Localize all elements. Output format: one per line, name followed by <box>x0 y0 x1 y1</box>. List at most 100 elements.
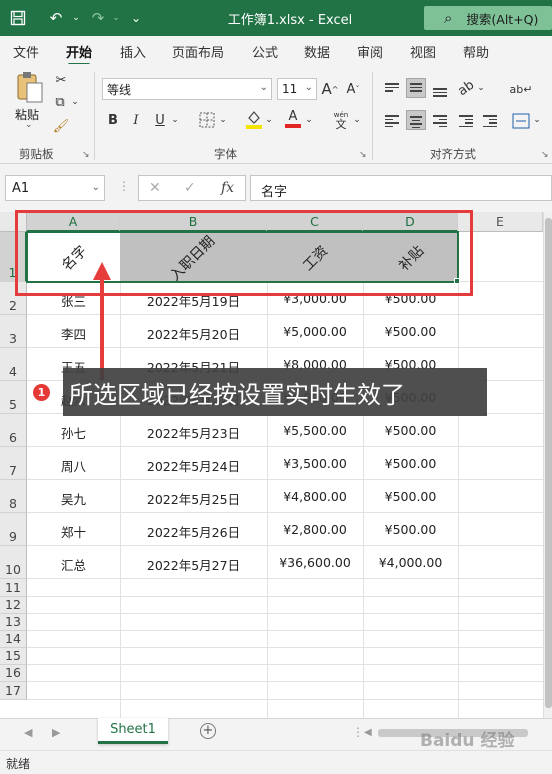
search-box[interactable]: ⌕ 搜索(Alt+Q) <box>424 6 552 30</box>
cell-name[interactable]: 吴九 <box>27 489 120 508</box>
font-name-dropdown[interactable]: 等线 ⌄ <box>102 78 272 100</box>
row-header-12[interactable]: 12 <box>0 597 27 614</box>
cell-name[interactable]: 孙七 <box>27 423 120 442</box>
copy-dropdown-icon[interactable]: ⌄ <box>70 94 80 110</box>
cell-name[interactable]: 李四 <box>27 324 120 343</box>
cell-salary[interactable]: ¥36,600.00 <box>267 555 363 570</box>
increase-font-size-icon[interactable]: A ^ <box>321 79 339 99</box>
clipboard-launcher-icon[interactable]: ↘ <box>82 150 90 160</box>
drag-handle-icon[interactable]: ⋮ <box>118 179 130 193</box>
increase-indent-icon[interactable] <box>480 110 500 130</box>
phonetic-guide-icon[interactable]: wén 文 <box>330 108 352 132</box>
tab-formulas[interactable]: 公式 <box>252 42 278 61</box>
row-header-4[interactable]: 4 <box>0 348 27 381</box>
tab-help[interactable]: 帮助 <box>463 42 489 61</box>
merge-center-icon[interactable] <box>510 110 532 132</box>
cell-salary[interactable]: ¥2,800.00 <box>267 522 363 537</box>
font-launcher-icon[interactable]: ↘ <box>359 150 367 160</box>
drag-handle-icon[interactable]: ⋮ <box>352 725 364 739</box>
row-header-10[interactable]: 10 <box>0 546 27 579</box>
insert-function-icon[interactable]: fx <box>221 180 234 196</box>
vertical-scrollbar[interactable] <box>543 212 552 718</box>
row-header-15[interactable]: 15 <box>0 648 27 665</box>
cell-hire-date[interactable]: 2022年5月24日 <box>120 456 267 475</box>
cell-allowance[interactable]: ¥500.00 <box>363 423 458 438</box>
top-align-icon[interactable] <box>382 78 402 98</box>
align-left-icon[interactable] <box>382 110 402 130</box>
enter-icon[interactable]: ✓ <box>184 180 196 196</box>
decrease-indent-icon[interactable] <box>456 110 476 130</box>
align-right-icon[interactable] <box>430 110 450 130</box>
paste-dropdown-icon[interactable]: ⌄ <box>25 120 33 130</box>
cell-salary[interactable]: ¥5,000.00 <box>267 324 363 339</box>
format-painter-icon[interactable]: 🖌 <box>53 118 70 134</box>
cell-hire-date[interactable]: 2022年5月27日 <box>120 555 267 574</box>
cell-hire-date[interactable]: 2022年5月23日 <box>120 423 267 442</box>
add-sheet-icon[interactable]: + <box>200 723 216 739</box>
cell-salary[interactable]: ¥4,800.00 <box>267 489 363 504</box>
tab-insert[interactable]: 插入 <box>120 42 146 61</box>
save-icon[interactable] <box>8 8 28 28</box>
row-header-5[interactable]: 5 <box>0 381 27 414</box>
decrease-font-size-icon[interactable]: Aˇ <box>344 79 362 99</box>
formula-input[interactable]: 名字 <box>250 175 552 201</box>
row-header-16[interactable]: 16 <box>0 665 27 682</box>
scroll-left-icon[interactable]: ◀ <box>24 726 32 739</box>
scroll-right-icon[interactable]: ▶ <box>52 726 60 739</box>
redo-icon[interactable]: ↷ <box>88 8 108 28</box>
sheet-tab-sheet1[interactable]: Sheet1 <box>98 718 168 744</box>
font-color-dropdown-icon[interactable]: ⌄ <box>304 110 314 130</box>
cell-allowance[interactable]: ¥500.00 <box>363 324 458 339</box>
bold-icon[interactable]: B <box>105 110 121 130</box>
row-header-13[interactable]: 13 <box>0 614 27 631</box>
underline-icon[interactable]: U <box>152 110 168 130</box>
scroll-thumb[interactable] <box>545 218 552 708</box>
phonetic-dropdown-icon[interactable]: ⌄ <box>352 110 362 130</box>
borders-dropdown-icon[interactable]: ⌄ <box>218 110 228 130</box>
cell-allowance[interactable]: ¥500.00 <box>363 522 458 537</box>
orientation-dropdown-icon[interactable]: ⌄ <box>476 78 486 98</box>
cut-icon[interactable]: ✂ <box>53 72 69 88</box>
tab-review[interactable]: 审阅 <box>357 42 383 61</box>
tab-page-layout[interactable]: 页面布局 <box>172 42 224 61</box>
undo-icon[interactable]: ↶ <box>46 8 66 28</box>
cell-name[interactable]: 郑十 <box>27 522 120 541</box>
customize-quick-access-icon[interactable]: ⌄ <box>126 8 146 28</box>
merge-dropdown-icon[interactable]: ⌄ <box>532 110 542 130</box>
cell-allowance[interactable]: ¥500.00 <box>363 456 458 471</box>
cell-hire-date[interactable]: 2022年5月20日 <box>120 324 267 343</box>
row-header-7[interactable]: 7 <box>0 447 27 480</box>
row-header-9[interactable]: 9 <box>0 513 27 546</box>
redo-dropdown-icon[interactable]: ⌄ <box>106 8 126 28</box>
font-size-dropdown[interactable]: 11 ⌄ <box>277 78 317 100</box>
cell-hire-date[interactable]: 2022年5月25日 <box>120 489 267 508</box>
paste-icon[interactable] <box>12 70 48 106</box>
cell-salary[interactable]: ¥5,500.00 <box>267 423 363 438</box>
hscroll-left-icon[interactable]: ◀ <box>364 727 372 738</box>
copy-icon[interactable]: ⧉ <box>52 94 68 110</box>
bottom-align-icon[interactable] <box>430 80 450 100</box>
undo-dropdown-icon[interactable]: ⌄ <box>66 8 86 28</box>
alignment-launcher-icon[interactable]: ↘ <box>541 150 549 160</box>
name-box[interactable]: A1 ⌄ <box>5 175 105 201</box>
fill-color-dropdown-icon[interactable]: ⌄ <box>264 110 274 130</box>
middle-align-icon[interactable] <box>406 78 426 98</box>
cell-allowance[interactable]: ¥4,000.00 <box>363 555 458 570</box>
italic-icon[interactable]: I <box>128 110 144 130</box>
row-header-8[interactable]: 8 <box>0 480 27 513</box>
font-color-icon[interactable]: A <box>284 108 302 130</box>
underline-dropdown-icon[interactable]: ⌄ <box>170 110 180 130</box>
row-header-3[interactable]: 3 <box>0 315 27 348</box>
row-header-14[interactable]: 14 <box>0 631 27 648</box>
row-header-17[interactable]: 17 <box>0 682 27 700</box>
tab-data[interactable]: 数据 <box>304 42 330 61</box>
tab-home[interactable]: 开始 <box>66 42 92 66</box>
tab-file[interactable]: 文件 <box>13 42 39 61</box>
cell-hire-date[interactable]: 2022年5月26日 <box>120 522 267 541</box>
cancel-icon[interactable]: ✕ <box>149 180 161 196</box>
cell-name[interactable]: 汇总 <box>27 555 120 574</box>
fill-color-icon[interactable] <box>244 108 264 130</box>
cell-salary[interactable]: ¥3,500.00 <box>267 456 363 471</box>
row-header-11[interactable]: 11 <box>0 579 27 597</box>
cell-name[interactable]: 周八 <box>27 456 120 475</box>
